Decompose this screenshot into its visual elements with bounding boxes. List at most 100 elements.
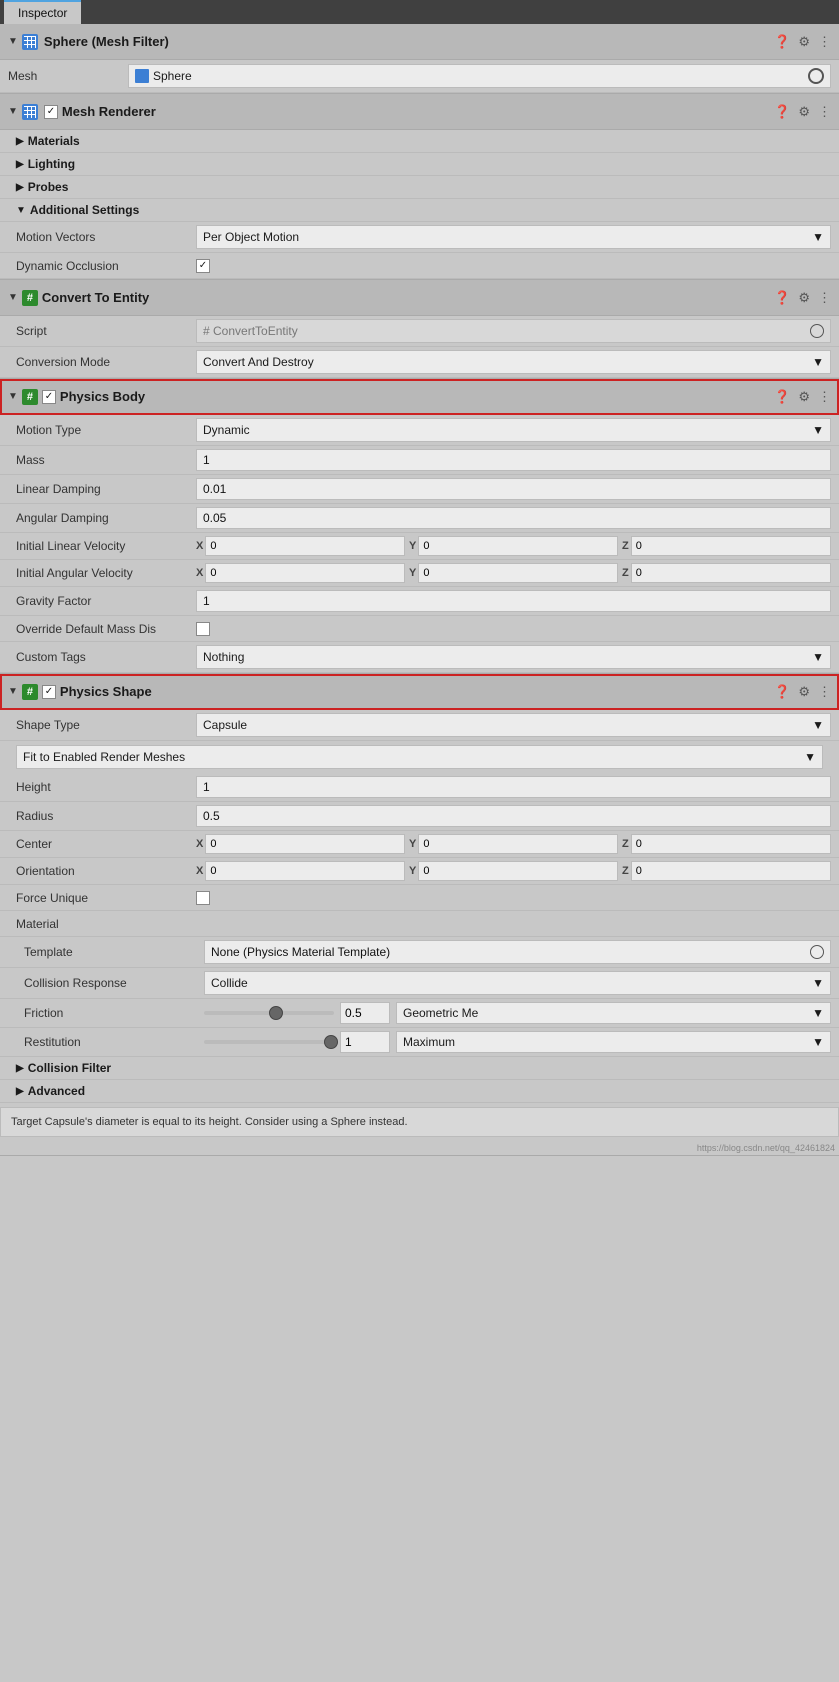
pb-triangle: ▼ (8, 391, 18, 402)
linear-damping-label: Linear Damping (16, 482, 196, 496)
conversion-mode-dropdown[interactable]: Convert And Destroy ▼ (196, 350, 831, 374)
restitution-input[interactable] (340, 1031, 390, 1053)
ps-more-icon[interactable]: ⋮ (818, 684, 831, 700)
advanced-row[interactable]: ▶ Advanced (0, 1080, 839, 1103)
additional-settings-row[interactable]: ▼ Additional Settings (0, 199, 839, 222)
motion-vectors-dropdown[interactable]: Per Object Motion ▼ (196, 225, 831, 249)
lighting-row[interactable]: ▶ Lighting (0, 153, 839, 176)
script-target-icon[interactable] (810, 324, 824, 338)
orient-y-input[interactable] (418, 861, 618, 881)
radius-input[interactable] (196, 805, 831, 827)
physics-body-header[interactable]: ▼ # ✓ Physics Body ❓ ⚙ ⋮ (0, 379, 839, 415)
ilv-x-input[interactable] (205, 536, 405, 556)
ps-settings-icon[interactable]: ⚙ (798, 684, 810, 700)
template-target-icon[interactable] (810, 945, 824, 959)
template-field[interactable]: None (Physics Material Template) (204, 940, 831, 964)
motion-vectors-value[interactable]: Per Object Motion ▼ (196, 225, 831, 249)
linear-damping-value[interactable] (196, 478, 831, 500)
pb-settings-icon[interactable]: ⚙ (798, 389, 810, 405)
force-unique-checkbox[interactable] (196, 891, 210, 905)
mass-value[interactable]: 1 (196, 449, 831, 471)
iav-y-input[interactable] (418, 563, 618, 583)
initial-linear-velocity-row: Initial Linear Velocity X Y Z (0, 533, 839, 560)
override-mass-checkbox[interactable] (196, 622, 210, 636)
script-field[interactable]: # ConvertToEntity (196, 319, 831, 343)
custom-tags-dropdown[interactable]: Nothing ▼ (196, 645, 831, 669)
conversion-mode-value[interactable]: Convert And Destroy ▼ (196, 350, 831, 374)
iav-z-input[interactable] (631, 563, 831, 583)
mesh-filter-header[interactable]: ▼ Sphere (Mesh Filter) ❓ ⚙ ⋮ (0, 24, 839, 60)
linear-damping-input[interactable] (196, 478, 831, 500)
restitution-type-dropdown[interactable]: Maximum ▼ (396, 1031, 831, 1053)
shape-type-dropdown[interactable]: Capsule ▼ (196, 713, 831, 737)
cf-tri: ▶ (16, 1063, 24, 1074)
restitution-thumb[interactable] (324, 1035, 338, 1049)
radius-value[interactable] (196, 805, 831, 827)
center-y-input[interactable] (418, 834, 618, 854)
hash-icon-ps: # (22, 684, 38, 700)
mesh-renderer-header[interactable]: ▼ ✓ Mesh Renderer ❓ ⚙ ⋮ (0, 94, 839, 130)
mr-more-icon[interactable]: ⋮ (818, 104, 831, 120)
convert-to-entity-header[interactable]: ▼ # Convert To Entity ❓ ⚙ ⋮ (0, 280, 839, 316)
cte-more-icon[interactable]: ⋮ (818, 290, 831, 306)
friction-type-dropdown[interactable]: Geometric Me ▼ (396, 1002, 831, 1024)
orient-x-input[interactable] (205, 861, 405, 881)
height-value[interactable] (196, 776, 831, 798)
material-label-row: Material (0, 911, 839, 937)
template-value[interactable]: None (Physics Material Template) (204, 940, 831, 964)
motion-type-value[interactable]: Dynamic ▼ (196, 418, 831, 442)
probes-row[interactable]: ▶ Probes (0, 176, 839, 199)
ilv-y-input[interactable] (418, 536, 618, 556)
fit-dropdown[interactable]: Fit to Enabled Render Meshes ▼ (16, 745, 823, 769)
mr-help-icon[interactable]: ❓ (774, 104, 790, 120)
mr-checkbox[interactable]: ✓ (44, 105, 58, 119)
mr-settings-icon[interactable]: ⚙ (798, 104, 810, 120)
pb-more-icon[interactable]: ⋮ (818, 389, 831, 405)
mass-input[interactable]: 1 (196, 449, 831, 471)
physics-shape-header[interactable]: ▼ # ✓ Physics Shape ❓ ⚙ ⋮ (0, 674, 839, 710)
script-label: Script (16, 324, 196, 338)
inspector-tab[interactable]: Inspector (4, 0, 81, 24)
iav-x-input[interactable] (205, 563, 405, 583)
friction-input[interactable] (340, 1002, 390, 1024)
angular-damping-value[interactable] (196, 507, 831, 529)
center-z-input[interactable] (631, 834, 831, 854)
ps-triangle: ▼ (8, 686, 18, 697)
mesh-value-field[interactable]: Sphere (128, 64, 831, 88)
collision-response-dropdown[interactable]: Collide ▼ (204, 971, 831, 995)
gravity-factor-input[interactable] (196, 590, 831, 612)
center-x-input[interactable] (205, 834, 405, 854)
orient-z-input[interactable] (631, 861, 831, 881)
custom-tags-value[interactable]: Nothing ▼ (196, 645, 831, 669)
ilv-z-input[interactable] (631, 536, 831, 556)
friction-thumb[interactable] (269, 1006, 283, 1020)
shape-type-value[interactable]: Capsule ▼ (196, 713, 831, 737)
height-input[interactable] (196, 776, 831, 798)
materials-row[interactable]: ▶ Materials (0, 130, 839, 153)
cte-header-icons: ❓ ⚙ ⋮ (774, 290, 831, 306)
collision-filter-row[interactable]: ▶ Collision Filter (0, 1057, 839, 1080)
ps-help-icon[interactable]: ❓ (774, 684, 790, 700)
override-mass-value (196, 622, 831, 636)
dynamic-occlusion-checkbox[interactable]: ✓ (196, 259, 210, 273)
target-icon[interactable] (808, 68, 824, 84)
radius-row: Radius (0, 802, 839, 831)
shape-type-label: Shape Type (16, 718, 196, 732)
pb-checkbox[interactable]: ✓ (42, 390, 56, 404)
ilv-xyz: X Y Z (196, 536, 831, 556)
pb-help-icon[interactable]: ❓ (774, 389, 790, 405)
ps-checkbox[interactable]: ✓ (42, 685, 56, 699)
motion-vectors-text: Per Object Motion (203, 230, 299, 244)
advanced-label: Advanced (28, 1084, 85, 1098)
cte-help-icon[interactable]: ❓ (774, 290, 790, 306)
settings-icon[interactable]: ⚙ (798, 34, 810, 50)
more-icon[interactable]: ⋮ (818, 34, 831, 50)
motion-type-dropdown[interactable]: Dynamic ▼ (196, 418, 831, 442)
tab-bar: Inspector (0, 0, 839, 24)
angular-damping-input[interactable] (196, 507, 831, 529)
collision-response-value[interactable]: Collide ▼ (204, 971, 831, 995)
gravity-factor-value[interactable] (196, 590, 831, 612)
friction-row: Friction Geometric Me ▼ (0, 999, 839, 1028)
cte-settings-icon[interactable]: ⚙ (798, 290, 810, 306)
help-icon[interactable]: ❓ (774, 34, 790, 50)
